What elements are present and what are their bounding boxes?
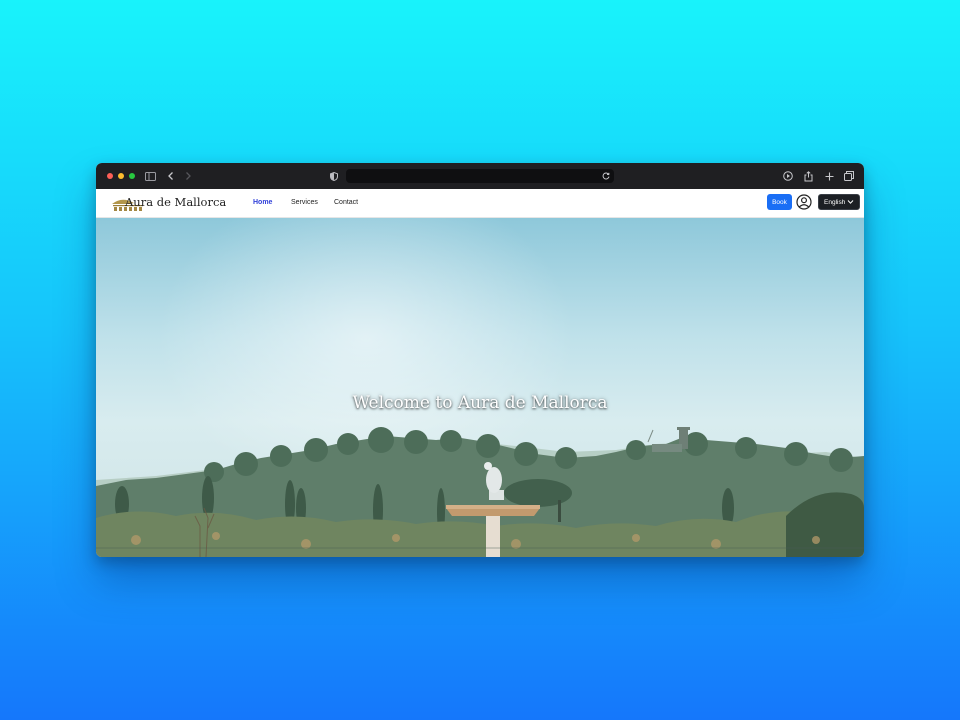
forward-icon[interactable]	[181, 169, 195, 183]
reload-icon[interactable]	[599, 169, 613, 183]
new-tab-icon[interactable]	[822, 169, 836, 183]
hero-title: Welcome to Aura de Mallorca	[352, 393, 608, 413]
minimize-window-button[interactable]	[118, 173, 124, 179]
sidebar-icon[interactable]	[143, 169, 157, 183]
zoom-window-button[interactable]	[129, 173, 135, 179]
hero-section: Welcome to Aura de Mallorca	[96, 218, 864, 557]
address-bar[interactable]	[346, 169, 614, 183]
nav-link-home[interactable]: Home	[253, 198, 272, 208]
share-icon[interactable]	[801, 169, 815, 183]
chevron-down-icon	[847, 200, 854, 204]
browser-toolbar	[96, 163, 864, 190]
language-select[interactable]: English	[818, 194, 860, 210]
nav-link-services[interactable]: Services	[291, 198, 318, 208]
tab-overview-icon[interactable]	[842, 169, 856, 183]
hero-background-image	[96, 427, 864, 557]
nav-link-contact[interactable]: Contact	[334, 198, 358, 208]
site-navbar: Aura de Mallorca Home Services Contact B…	[96, 189, 864, 218]
privacy-shield-icon[interactable]	[327, 169, 341, 183]
language-select-value: English	[824, 198, 846, 206]
close-window-button[interactable]	[107, 173, 113, 179]
downloads-icon[interactable]	[781, 169, 795, 183]
browser-window: Aura de Mallorca Home Services Contact B…	[96, 163, 864, 557]
user-account-icon[interactable]	[796, 194, 812, 210]
book-button[interactable]: Book	[767, 194, 792, 210]
brand-name[interactable]: Aura de Mallorca	[125, 195, 226, 210]
back-icon[interactable]	[164, 169, 178, 183]
